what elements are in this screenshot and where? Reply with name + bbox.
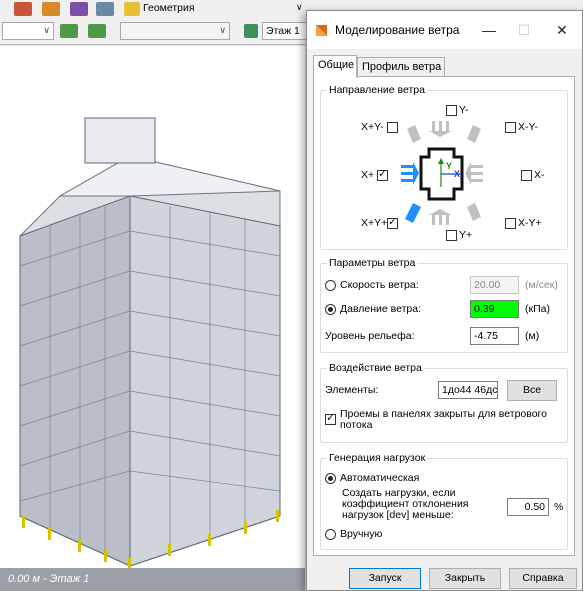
model-icon[interactable] [14,2,32,16]
generation-manual-label: Вручную [340,528,383,540]
label-x-plus: X+ [361,169,375,181]
view-icon[interactable] [96,2,114,16]
wind-direction-group: Направление ветра Y- X+Y- X-Y- X+ X- X+Y… [320,84,568,250]
wind-impact-legend: Воздействие ветра [327,362,424,374]
axis-x-label: X [454,169,461,179]
wind-params-group: Параметры ветра Скорость ветра: 20.00 (м… [320,257,568,353]
radio-wind-pressure[interactable] [325,304,336,315]
geometry-label[interactable]: Геометрия [143,2,195,14]
wind-speed-unit: (м/сек) [525,279,558,291]
radio-generation-manual[interactable] [325,529,336,540]
help-button[interactable]: Справка [509,568,577,589]
model-viewport[interactable] [0,46,305,591]
wind-speed-label: Скорость ветра: [340,279,419,291]
wind-dialog: Моделирование ветра — ☐ ✕ Общие Профиль … [306,10,583,591]
status-text: 0.00 м - Этаж 1 [8,573,90,585]
tools-icon[interactable] [70,2,88,16]
generation-condition-label: Создать нагрузки, если коэффициент откло… [342,487,469,521]
wind-pressure-label: Давление ветра: [340,303,422,315]
geometry-icon[interactable] [124,2,140,16]
deviation-coefficient-unit: % [554,501,564,513]
minimize-icon[interactable]: — [471,17,507,43]
wind-speed-input[interactable]: 20.00 [470,276,519,294]
chevron-down-icon: ∨ [43,25,50,35]
wind-direction-diagram [401,121,483,225]
load-generation-group: Генерация нагрузок Автоматическая Создат… [320,452,568,550]
wind-pressure-unit: (кПа) [525,303,550,315]
axis-y-label: Y [446,161,453,171]
checkbox-xm-yp[interactable] [505,218,516,229]
dialog-titlebar[interactable]: Моделирование ветра — ☐ ✕ [307,11,582,49]
section-icon[interactable] [60,24,78,38]
close-button[interactable]: Закрыть [429,568,501,589]
relief-level-label: Уровень рельефа: [325,330,415,342]
checkbox-x-plus[interactable] [377,167,388,181]
tab-panel-general: Направление ветра Y- X+Y- X-Y- X+ X- X+Y… [313,76,575,556]
maximize-icon[interactable]: ☐ [506,17,542,43]
load-generation-legend: Генерация нагрузок [327,452,428,464]
checkbox-xp-ym[interactable] [387,122,398,133]
radio-generation-auto[interactable] [325,473,336,484]
app-logo-icon [316,25,327,36]
wind-direction-legend: Направление ветра [327,84,427,96]
radio-wind-speed[interactable] [325,280,336,291]
label-xp-ym: X+Y- [361,121,384,133]
arrow-group-top [407,121,481,143]
deviation-coefficient-input[interactable]: 0.50 [507,498,549,516]
label-x-minus: X- [534,169,545,181]
layer-combo[interactable]: ∨ [2,22,54,40]
label-xm-ym: X-Y- [518,121,539,133]
relief-level-input[interactable]: -4.75 [470,327,519,345]
generation-auto-label: Автоматическая [340,472,420,484]
floor-combo[interactable]: Этаж 1 [262,22,312,40]
run-button[interactable]: Запуск [349,568,421,589]
checkbox-openings-closed[interactable] [325,411,336,425]
wind-params-legend: Параметры ветра [327,257,418,269]
elements-label: Элементы: [325,384,379,396]
status-bar: 0.00 м - Этаж 1 [0,568,305,591]
tab-general[interactable]: Общие [313,55,357,78]
floor-icon[interactable] [244,24,258,38]
label-xp-yp: X+Y+ [361,217,388,229]
wind-pressure-input[interactable]: 0.39 [470,300,519,318]
checkbox-xp-yp[interactable] [387,215,398,229]
chevron-down-icon: ∨ [219,25,226,35]
wind-impact-group: Воздействие ветра Элементы: 1до44 46дс В… [320,362,568,443]
label-xm-yp: X-Y+ [518,217,542,229]
section-2-icon[interactable] [88,24,106,38]
dialog-title: Моделирование ветра [335,23,460,37]
loads-icon[interactable] [42,2,60,16]
checkbox-xm-ym[interactable] [505,122,516,133]
elements-input[interactable]: 1до44 46дс [438,381,498,399]
checkbox-x-minus[interactable] [521,170,532,181]
building-3d-view [19,117,281,568]
openings-closed-label: Проемы в панелях закрыты для ветрового п… [340,408,547,431]
floor-combo-value: Этаж 1 [266,25,300,37]
filter-combo[interactable]: ∨ [120,22,230,40]
all-elements-button[interactable]: Все [507,380,557,401]
tab-wind-profile[interactable]: Профиль ветра [357,57,445,77]
chevron-down-icon[interactable]: ∨ [296,2,303,13]
close-icon[interactable]: ✕ [544,17,580,43]
relief-level-unit: (м) [525,330,540,342]
